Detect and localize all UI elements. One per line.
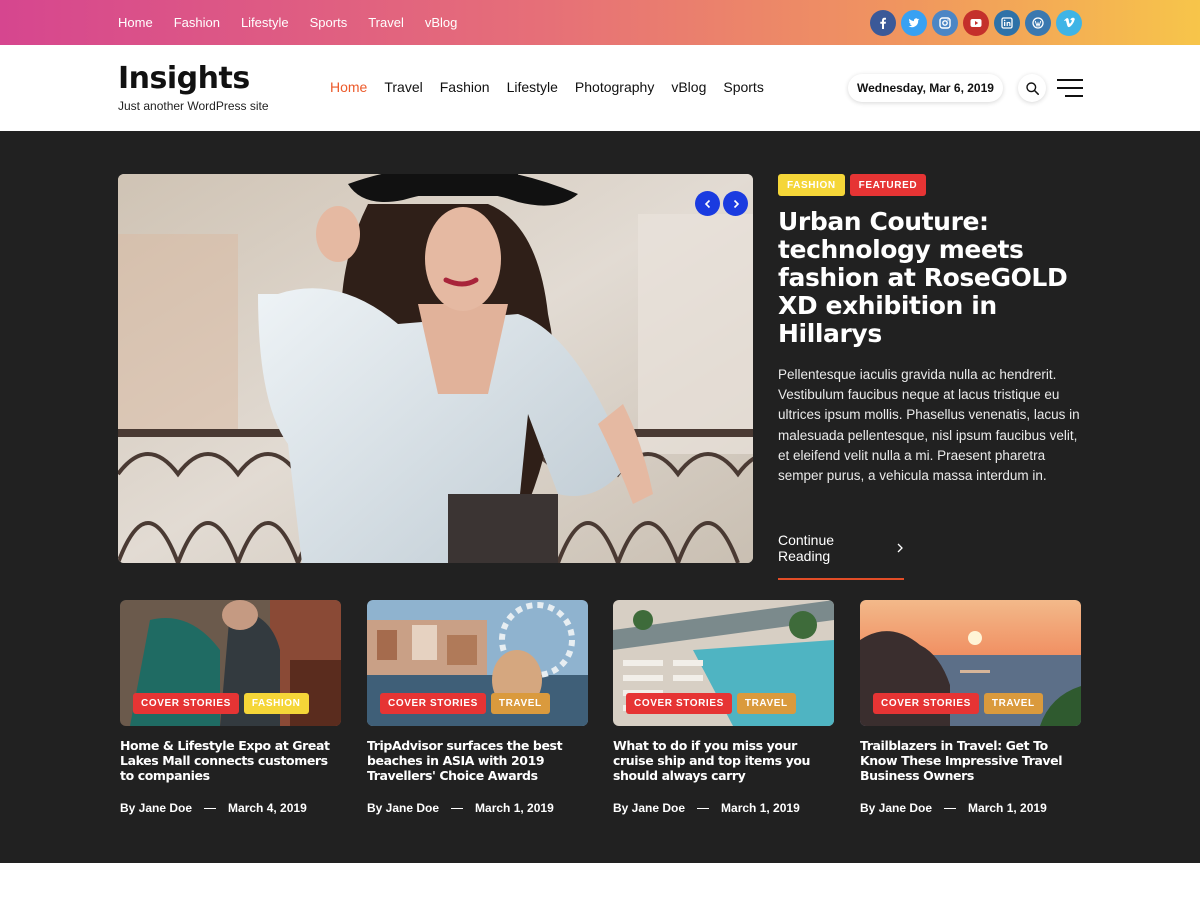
chevron-right-icon [733, 199, 739, 208]
category-badge-cover-stories[interactable]: COVER STORIES [626, 693, 732, 714]
category-badge-fashion[interactable]: FASHION [778, 174, 845, 196]
youtube-icon[interactable] [963, 10, 989, 36]
site-header: Insights Just another WordPress site Hom… [0, 45, 1200, 131]
category-badge-travel[interactable]: TRAVEL [736, 693, 796, 714]
meta-divider [944, 807, 957, 809]
top-nav-lifestyle[interactable]: Lifestyle [241, 15, 289, 30]
post-date: March 4, 2019 [228, 801, 307, 815]
post-meta: By Jane Doe March 1, 2019 [367, 801, 588, 815]
current-date: Wednesday, Mar 6, 2019 [848, 74, 1003, 102]
post-date: March 1, 2019 [721, 801, 800, 815]
meta-divider [204, 807, 217, 809]
category-badge-cover-stories[interactable]: COVER STORIES [133, 693, 239, 714]
category-badge-cover-stories[interactable]: COVER STORIES [380, 693, 486, 714]
top-nav-home[interactable]: Home [118, 15, 153, 30]
category-badge-travel[interactable]: TRAVEL [983, 693, 1043, 714]
post-date: March 1, 2019 [475, 801, 554, 815]
post-badges: COVER STORIES TRAVEL [873, 693, 1043, 714]
top-nav-travel[interactable]: Travel [368, 15, 404, 30]
category-badge-fashion[interactable]: FASHION [243, 693, 309, 714]
main-nav-sports[interactable]: Sports [723, 79, 763, 95]
search-button[interactable] [1018, 74, 1046, 102]
main-nav-photography[interactable]: Photography [575, 79, 654, 95]
top-nav-sports[interactable]: Sports [310, 15, 348, 30]
top-nav-fashion[interactable]: Fashion [174, 15, 220, 30]
meta-divider [451, 807, 464, 809]
post-date: March 1, 2019 [968, 801, 1047, 815]
chevron-left-icon [704, 199, 710, 208]
site-tagline: Just another WordPress site [118, 99, 269, 113]
post-thumbnail[interactable]: COVER STORIES TRAVEL [613, 600, 834, 726]
post-title[interactable]: Trailblazers in Travel: Get To Know Thes… [860, 738, 1081, 784]
top-nav: Home Fashion Lifestyle Sports Travel vBl… [118, 0, 457, 45]
continue-reading-link[interactable]: Continue Reading [778, 532, 904, 580]
main-nav-vblog[interactable]: vBlog [671, 79, 706, 95]
search-icon [1025, 81, 1039, 95]
instagram-icon[interactable] [932, 10, 958, 36]
main-nav-travel[interactable]: Travel [384, 79, 422, 95]
post-author[interactable]: By Jane Doe [120, 801, 192, 815]
post-author[interactable]: By Jane Doe [367, 801, 439, 815]
meta-divider [697, 807, 710, 809]
post-badges: COVER STORIES TRAVEL [380, 693, 550, 714]
site-title[interactable]: Insights [118, 61, 269, 97]
facebook-icon[interactable] [870, 10, 896, 36]
post-meta: By Jane Doe March 4, 2019 [120, 801, 341, 815]
main-nav-fashion[interactable]: Fashion [440, 79, 490, 95]
post-badges: COVER STORIES TRAVEL [626, 693, 796, 714]
post-title[interactable]: What to do if you miss your cruise ship … [613, 738, 834, 784]
category-badge-cover-stories[interactable]: COVER STORIES [873, 693, 979, 714]
post-meta: By Jane Doe March 1, 2019 [613, 801, 834, 815]
hero-badges: FASHION FEATURED [778, 174, 927, 196]
linkedin-icon[interactable] [994, 10, 1020, 36]
post-thumbnail[interactable]: COVER STORIES TRAVEL [860, 600, 1081, 726]
post-card: COVER STORIES TRAVEL TripAdvisor surface… [367, 600, 588, 815]
post-thumbnail[interactable]: COVER STORIES TRAVEL [367, 600, 588, 726]
post-card: COVER STORIES FASHION Home & Lifestyle E… [120, 600, 341, 815]
post-thumbnail[interactable]: COVER STORIES FASHION [120, 600, 341, 726]
slider-prev-button[interactable] [695, 191, 720, 216]
main-nav: Home Travel Fashion Lifestyle Photograph… [330, 79, 764, 95]
post-meta: By Jane Doe March 1, 2019 [860, 801, 1081, 815]
chevron-right-icon [897, 543, 903, 553]
slider-next-button[interactable] [723, 191, 748, 216]
featured-section: FASHION FEATURED Urban Couture: technolo… [0, 131, 1200, 863]
continue-reading-label: Continue Reading [778, 532, 835, 564]
main-nav-home[interactable]: Home [330, 79, 367, 95]
category-badge-featured[interactable]: FEATURED [849, 174, 927, 196]
post-author[interactable]: By Jane Doe [613, 801, 685, 815]
twitter-icon[interactable] [901, 10, 927, 36]
wordpress-icon[interactable] [1025, 10, 1051, 36]
hero-title[interactable]: Urban Couture: technology meets fashion … [778, 208, 1078, 348]
social-links [870, 10, 1082, 36]
hero-image[interactable] [118, 174, 753, 563]
hamburger-menu-icon[interactable] [1057, 79, 1083, 97]
top-bar: Home Fashion Lifestyle Sports Travel vBl… [0, 0, 1200, 45]
post-author[interactable]: By Jane Doe [860, 801, 932, 815]
site-logo[interactable]: Insights Just another WordPress site [118, 61, 269, 113]
post-card: COVER STORIES TRAVEL Trailblazers in Tra… [860, 600, 1081, 815]
post-title[interactable]: Home & Lifestyle Expo at Great Lakes Mal… [120, 738, 341, 784]
post-title[interactable]: TripAdvisor surfaces the best beaches in… [367, 738, 588, 784]
main-nav-lifestyle[interactable]: Lifestyle [507, 79, 558, 95]
post-badges: COVER STORIES FASHION [133, 693, 309, 714]
post-card: COVER STORIES TRAVEL What to do if you m… [613, 600, 834, 815]
top-nav-vblog[interactable]: vBlog [425, 15, 458, 30]
category-badge-travel[interactable]: TRAVEL [490, 693, 550, 714]
hero-excerpt: Pellentesque iaculis gravida nulla ac he… [778, 367, 1080, 484]
vimeo-icon[interactable] [1056, 10, 1082, 36]
